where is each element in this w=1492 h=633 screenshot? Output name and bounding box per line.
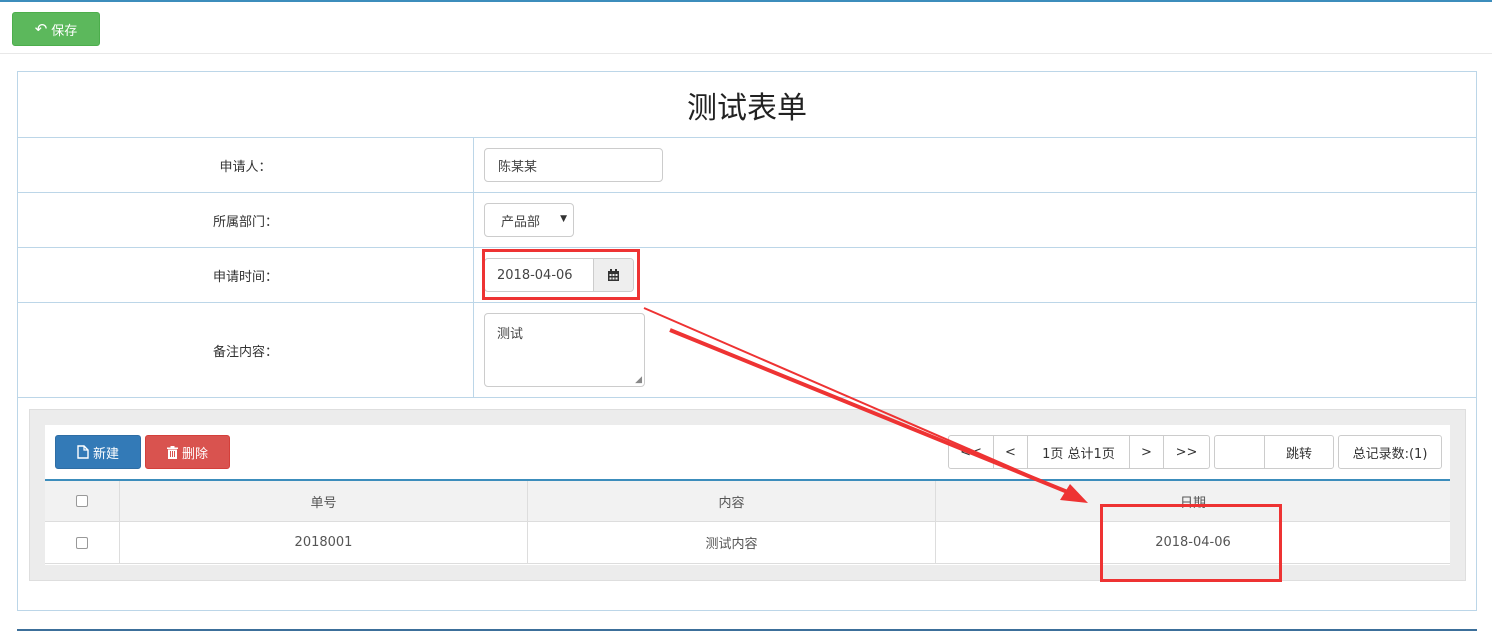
save-button-label: 保存	[51, 23, 78, 39]
new-button-label: 新建	[92, 446, 119, 462]
apply-date-row: 申请时间： 2018-04-06	[18, 248, 1476, 303]
remark-textarea[interactable]: 测试 ◢	[484, 313, 645, 387]
select-all-checkbox[interactable]	[76, 495, 88, 507]
pager-last[interactable]: >>	[1164, 436, 1209, 468]
trash-icon	[166, 445, 178, 459]
remark-text: 测试	[497, 327, 524, 342]
total-records: 总记录数:(1)	[1338, 435, 1442, 469]
remark-row: 备注内容： 测试 ◢	[18, 303, 1476, 398]
new-button[interactable]: 新建	[55, 435, 141, 469]
toolbar: ↶ 保存	[0, 2, 1492, 54]
applicant-row: 申请人： 陈某某	[18, 138, 1476, 193]
page-jump-input[interactable]	[1215, 436, 1265, 468]
column-header-no[interactable]: 单号	[120, 481, 528, 521]
department-select-value: 产品部	[501, 214, 541, 230]
delete-button-label: 删除	[181, 446, 208, 462]
resize-grip-icon[interactable]: ◢	[635, 376, 642, 385]
cell-content: 测试内容	[528, 522, 936, 563]
applicant-label: 申请人：	[18, 138, 474, 192]
department-label: 所属部门：	[18, 193, 474, 247]
column-header-content[interactable]: 内容	[528, 481, 936, 521]
pager-next[interactable]: >	[1130, 436, 1164, 468]
page-jump: 跳转	[1214, 435, 1334, 469]
department-row: 所属部门： 产品部 ▼	[18, 193, 1476, 248]
page-jump-button[interactable]: 跳转	[1265, 436, 1333, 468]
cell-no: 2018001	[120, 522, 528, 563]
reply-arrow-icon: ↶	[34, 19, 48, 38]
department-select[interactable]: 产品部 ▼	[484, 203, 574, 237]
highlight-box-date-cell	[1100, 504, 1282, 582]
row-checkbox[interactable]	[76, 536, 88, 549]
applicant-input[interactable]: 陈某某	[484, 148, 663, 182]
highlight-box-date-input	[482, 249, 640, 300]
file-icon	[77, 445, 89, 459]
caret-down-icon: ▼	[560, 214, 567, 224]
remark-label: 备注内容：	[18, 303, 474, 397]
delete-button[interactable]: 删除	[145, 435, 230, 469]
pager: << < 1页 总计1页 > >>	[948, 435, 1210, 469]
pager-info: 1页 总计1页	[1028, 436, 1130, 468]
bottom-accent-line	[17, 629, 1477, 631]
apply-date-label: 申请时间：	[18, 248, 474, 302]
pager-first[interactable]: <<	[949, 436, 994, 468]
pager-prev[interactable]: <	[994, 436, 1028, 468]
save-button[interactable]: ↶ 保存	[12, 12, 100, 46]
form-title: 测试表单	[18, 72, 1476, 138]
